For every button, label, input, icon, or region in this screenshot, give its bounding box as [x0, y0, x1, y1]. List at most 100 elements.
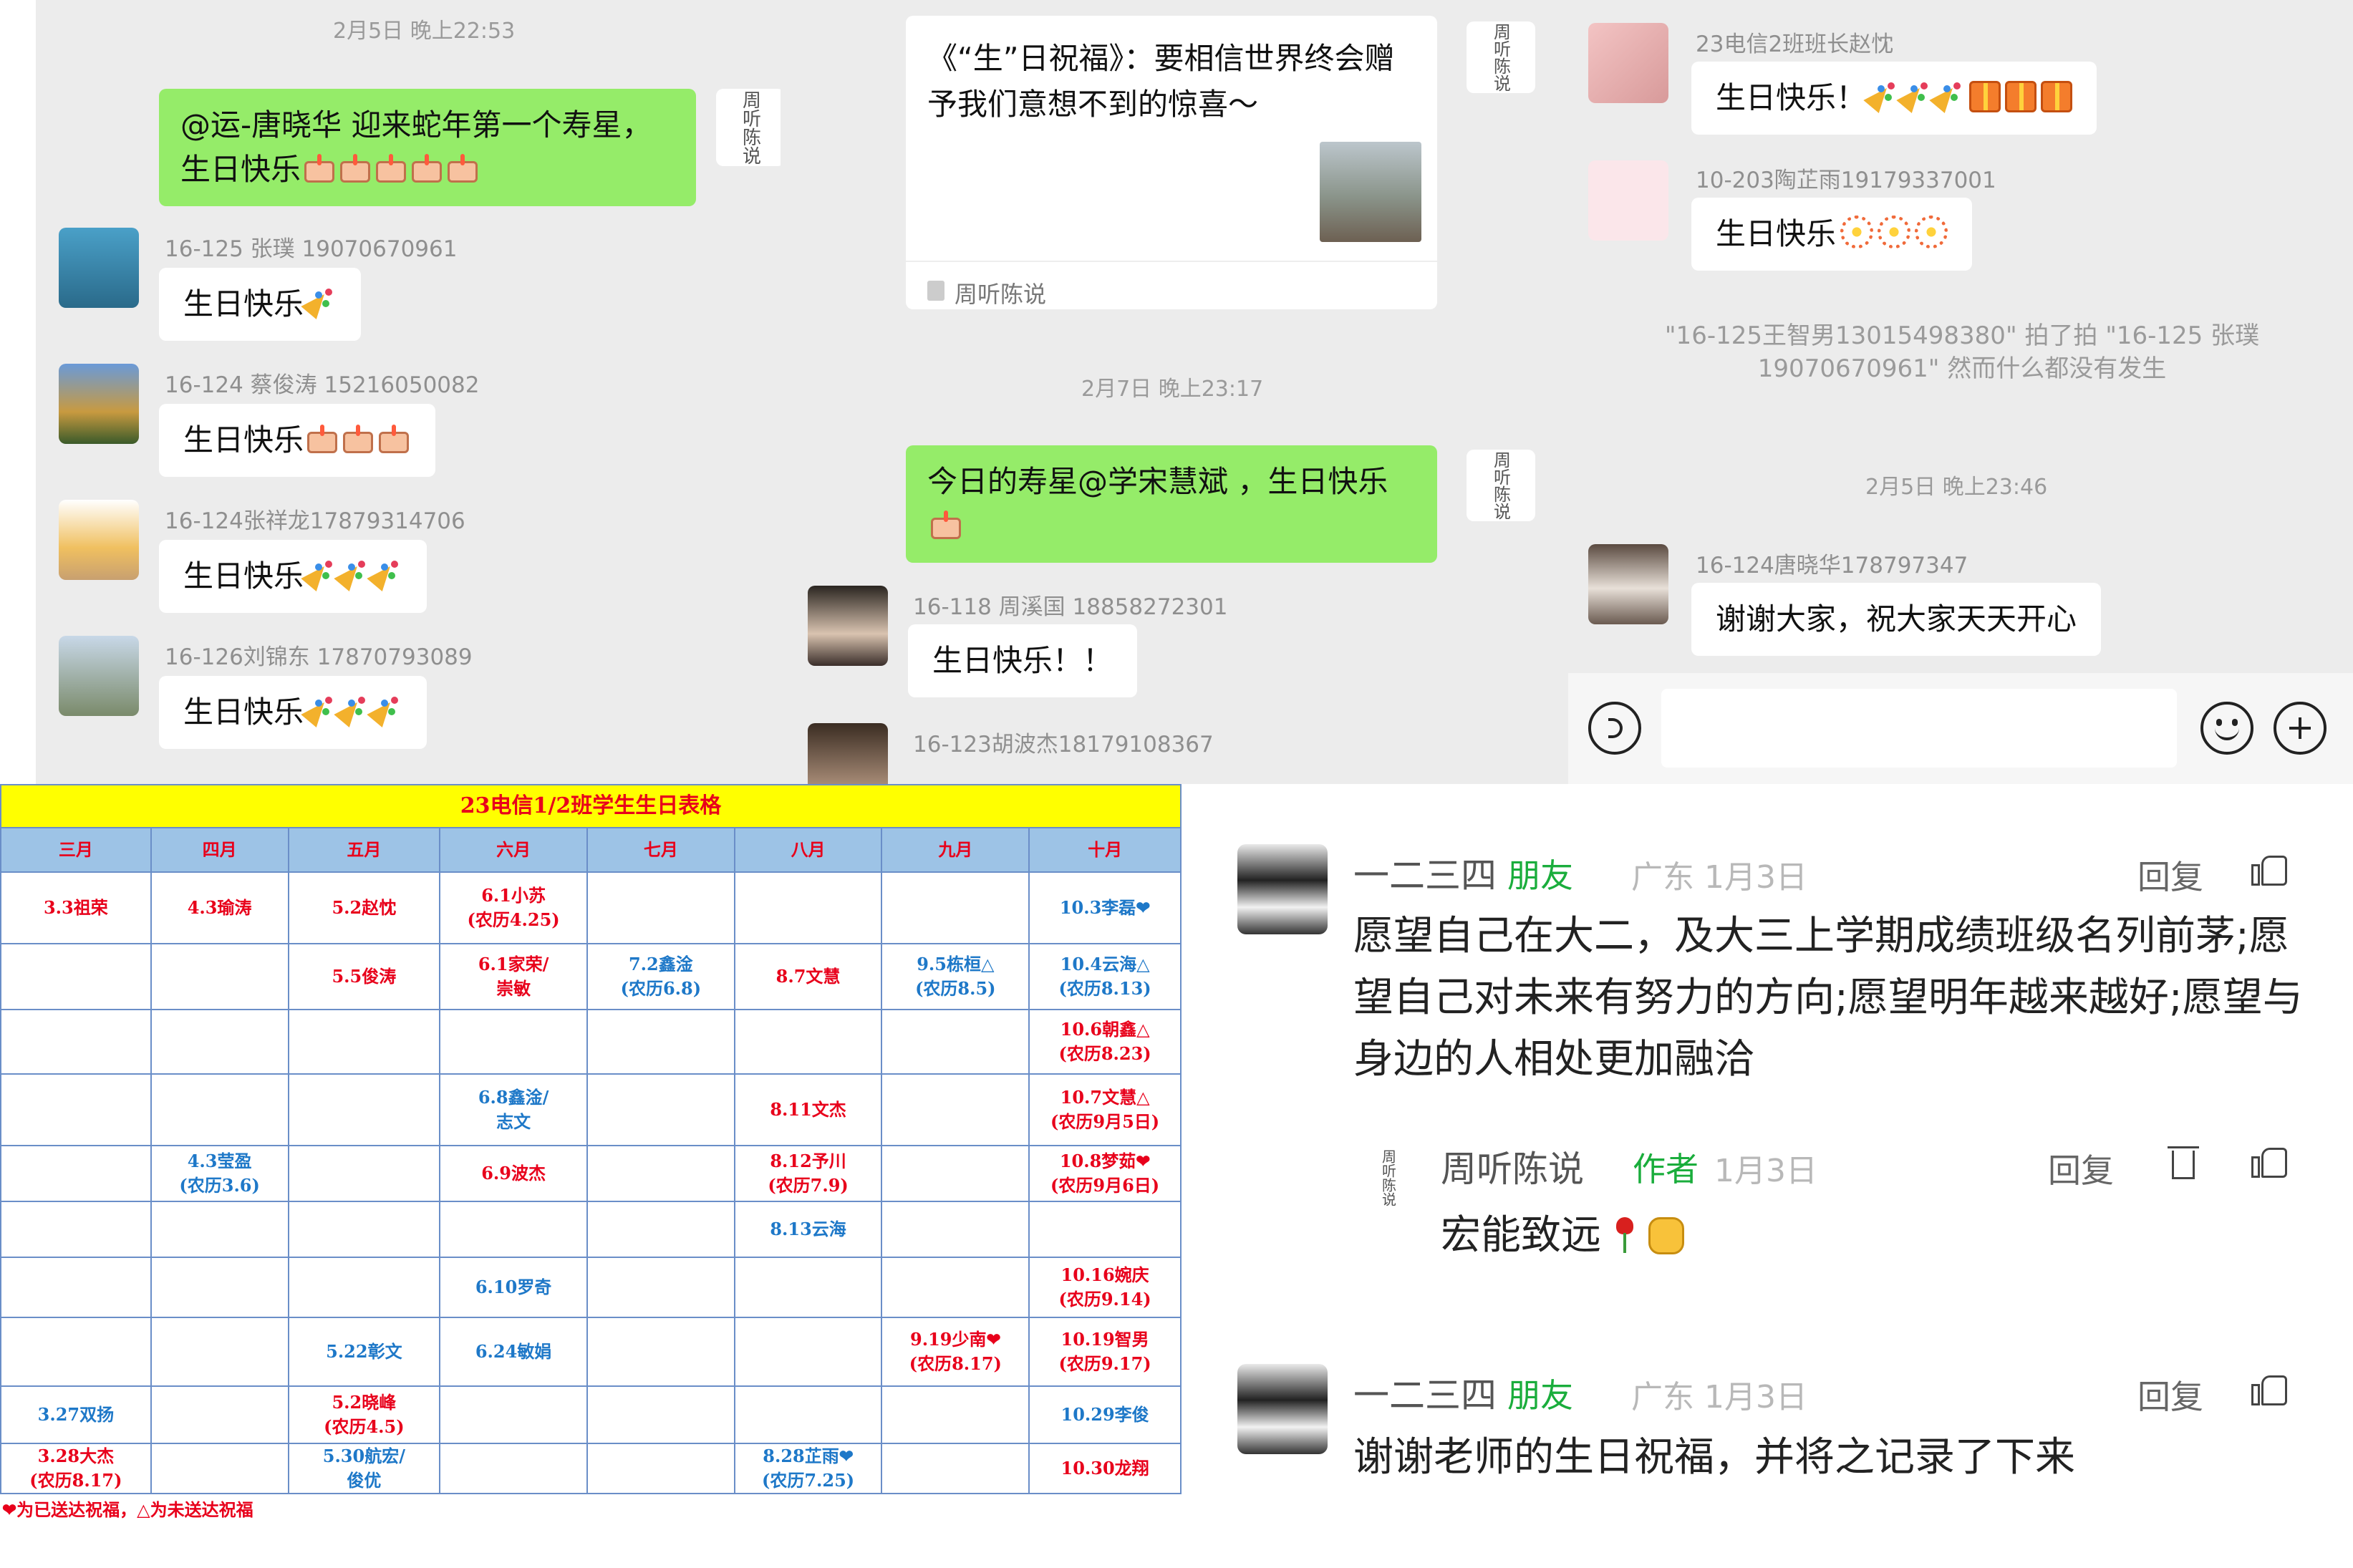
table-cell: [733, 1317, 883, 1387]
table-cell: 8.11文杰: [733, 1073, 883, 1146]
message-bubble[interactable]: 谢谢大家，祝大家天天开心: [1691, 583, 2102, 656]
author-name[interactable]: 周听陈说: [1441, 1141, 1584, 1192]
author-avatar[interactable]: 周听陈说: [1358, 1146, 1419, 1210]
table-cell: 10.7文慧△ (农历9月5日): [1028, 1073, 1182, 1146]
month-header-row: 三月 四月 五月 六月 七月 八月 九月 十月: [0, 827, 1182, 873]
table-cell: [881, 1145, 1030, 1202]
host-logo-avatar[interactable]: 周听陈说: [1467, 450, 1535, 521]
table-cell: 10.29李俊: [1028, 1385, 1182, 1444]
host-logo-avatar[interactable]: 周听陈说: [716, 89, 781, 166]
table-row: 3.27双扬 5.2晓峰 (农历4.5) 10.29李俊: [0, 1385, 1182, 1444]
table-cell: 6.8鑫淦/志文: [439, 1073, 588, 1146]
message-sender: 16-126刘锦东 17870793089: [165, 644, 473, 670]
like-icon[interactable]: [2251, 850, 2289, 887]
message-bubble[interactable]: 生日快乐: [159, 676, 427, 749]
user-avatar[interactable]: [808, 723, 888, 784]
left-margin: [0, 0, 36, 784]
host-logo-avatar[interactable]: 周听陈说: [1467, 21, 1535, 93]
table-cell: 10.4云海△ (农历8.13): [1028, 943, 1182, 1010]
reply-button[interactable]: 回复: [2137, 851, 2203, 899]
reply-button[interactable]: 回复: [2137, 1371, 2203, 1418]
like-icon[interactable]: [2251, 1142, 2289, 1179]
friend-tag: 朋友: [1507, 1376, 1573, 1415]
commenter-name[interactable]: 一二三四: [1353, 1367, 1497, 1418]
table-cell: 5.22彰文: [287, 1317, 441, 1387]
message-sender: 16-125 张璞 19070670961: [165, 236, 458, 262]
user-avatar[interactable]: [1588, 544, 1668, 624]
message-input[interactable]: [1661, 689, 2177, 768]
emoji-icon[interactable]: [2200, 702, 2253, 755]
table-cell: [881, 1257, 1030, 1318]
message-sender: 16-123胡波杰18179108367: [913, 732, 1214, 758]
link-thumbnail: [1320, 142, 1421, 242]
user-avatar[interactable]: [59, 228, 139, 308]
table-title-row: 23电信1/2班学生生日表格: [0, 784, 1182, 828]
user-avatar[interactable]: [59, 500, 139, 580]
table-cell: 10.19智男 (农历9.17): [1028, 1317, 1182, 1387]
table-cell: 3.28大杰 (农历8.17): [0, 1443, 152, 1494]
comments-panel: 一二三四 朋友 广东 1月3日 回复 愿望自己在大二，及大三上学期成绩班级名列前…: [1182, 784, 2353, 1568]
table-cell: 10.30龙翔: [1028, 1443, 1182, 1494]
voice-icon[interactable]: [1588, 702, 1641, 755]
user-avatar[interactable]: [1588, 23, 1668, 103]
table-cell: 5.5俊涛: [287, 943, 441, 1010]
commenter-name[interactable]: 一二三四: [1353, 847, 1497, 899]
table-cell: [0, 1257, 152, 1318]
commenter-avatar[interactable]: [1237, 844, 1328, 934]
table-cell: 10.3李磊❤: [1028, 871, 1182, 944]
table-cell: 5.30航宏/俊优: [287, 1443, 441, 1494]
delete-icon[interactable]: [2168, 1143, 2199, 1181]
user-avatar[interactable]: [59, 364, 139, 444]
table-cell: [150, 1201, 289, 1258]
table-cell: 6.10罗奇: [439, 1257, 588, 1318]
message-bubble[interactable]: 生日快乐: [159, 540, 427, 613]
message-bubble[interactable]: 生日快乐！！: [908, 624, 1138, 697]
table-cell: [586, 871, 735, 944]
table-footnote: ❤为已送达祝福，△为未送达祝福: [2, 1499, 253, 1520]
message-bubble[interactable]: 生日快乐！: [1691, 62, 2097, 135]
table-cell: [439, 1009, 588, 1075]
commenter-avatar[interactable]: [1237, 1364, 1328, 1454]
user-avatar[interactable]: [59, 636, 139, 716]
table-row: 4.3莹盈 (农历3.6) 6.9波杰 8.12予川 (农历7.9) 10.8梦茹❤ (农历…: [0, 1145, 1182, 1202]
table-cell: [0, 1009, 152, 1075]
table-cell: 3.3祖荣: [0, 871, 152, 944]
table-cell: [733, 1385, 883, 1444]
user-avatar[interactable]: [1588, 160, 1668, 241]
month-header: 六月: [439, 827, 588, 873]
birthday-table-panel: 23电信1/2班学生生日表格 三月 四月 五月 六月 七月 八月 九月 十月 3.3祖荣 4.3瑜涛…: [0, 784, 1182, 1568]
host-message-bubble[interactable]: 今日的寿星@学宋慧斌 ，生日快乐: [906, 445, 1437, 563]
link-card[interactable]: 《“生”日祝福》：要相信世界终会赠予我们意想不到的惊喜～ 周听陈说: [906, 16, 1437, 309]
comment-text: 愿望自己在大二，及大三上学期成绩班级名列前茅;愿望自己对未来有努力的方向;愿望明…: [1353, 913, 2303, 1083]
table-row: 3.3祖荣 4.3瑜涛 5.2赵忱 6.1小苏 (农历4.25) 10.3李磊❤: [0, 871, 1182, 944]
table-cell: 9.19少南❤ (农历8.17): [881, 1317, 1030, 1387]
reply-button[interactable]: 回复: [2048, 1145, 2114, 1192]
message-bubble[interactable]: 生日快乐: [159, 404, 436, 477]
table-cell: [439, 1443, 588, 1494]
table-cell: 7.2鑫淦 (农历6.8): [586, 943, 735, 1010]
party-emoji-icon: [369, 694, 402, 727]
month-header: 四月: [150, 827, 289, 873]
table-row: 8.13云海: [0, 1201, 1182, 1258]
host-message-bubble[interactable]: @运-唐晓华 迎来蛇年第一个寿星，生日快乐: [159, 89, 696, 206]
like-icon[interactable]: [2251, 1370, 2289, 1407]
message-text: 生日快乐: [183, 422, 304, 458]
timestamp: 2月5日 晚上22:53: [333, 19, 516, 44]
birthday-table: 23电信1/2班学生生日表格 三月 四月 五月 六月 七月 八月 九月 十月 3.3祖荣 4.3瑜涛…: [0, 784, 1182, 1525]
message-bubble[interactable]: 生日快乐: [1691, 198, 1973, 271]
message-text: 生日快乐: [183, 695, 304, 730]
message-bubble[interactable]: 生日快乐: [159, 268, 362, 341]
table-cell: [586, 1385, 735, 1444]
user-avatar[interactable]: [808, 586, 888, 666]
link-source: 周听陈说: [955, 281, 1047, 308]
cake-emoji-icon: [341, 423, 375, 455]
table-cell: [881, 1073, 1030, 1146]
table-cell: [150, 1009, 289, 1075]
chat-panel-1: 2月5日 晚上22:53 @运-唐晓华 迎来蛇年第一个寿星，生日快乐 周听陈说 …: [0, 0, 781, 784]
plus-icon[interactable]: [2274, 702, 2327, 755]
message-sender: 16-124张祥龙17879314706: [165, 508, 465, 534]
table-cell: [1028, 1201, 1182, 1258]
table-cell: 8.12予川 (农历7.9): [733, 1145, 883, 1202]
chat-panel-2: 《“生”日祝福》：要相信世界终会赠予我们意想不到的惊喜～ 周听陈说 周听陈说 2…: [781, 0, 1568, 784]
party-emoji-icon: [304, 558, 337, 591]
